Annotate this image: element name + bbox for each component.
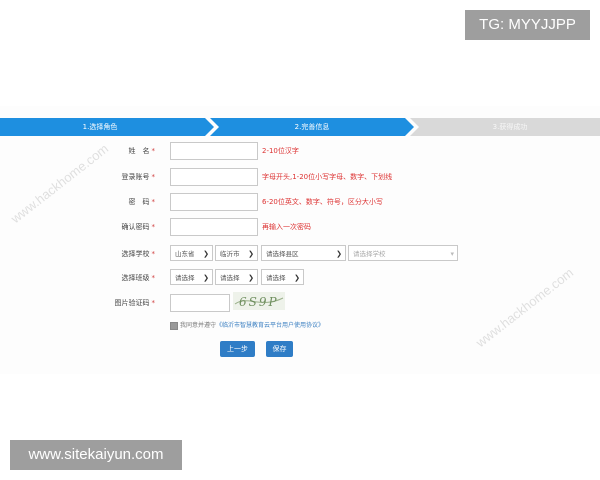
name-hint: 2-10位汉字 — [262, 147, 299, 155]
name-row: 姓 名 * 2-10位汉字 — [0, 140, 600, 162]
chevron-down-icon: ❯ — [248, 274, 254, 282]
captcha-text: 6S9P — [239, 295, 279, 309]
tg-overlay-label: TG: MYYJJPP — [465, 10, 590, 40]
confirm-password-input[interactable] — [170, 218, 258, 236]
password-input[interactable] — [170, 193, 258, 211]
chevron-down-icon: ❯ — [294, 274, 300, 282]
captcha-label: 图片验证码 * — [114, 299, 156, 307]
class-select[interactable]: 请选择 ❯ — [215, 269, 258, 285]
grade-select[interactable]: 请选择 ❯ — [170, 269, 213, 285]
class-row: 选择班级 * 请选择 ❯ 请选择 ❯ 请选择 ❯ — [0, 267, 600, 289]
captcha-row: 图片验证码 * 6S9P — [0, 292, 600, 314]
chevron-down-icon: ❯ — [336, 250, 342, 258]
name-label: 姓 名 * — [128, 147, 156, 155]
account-hint: 字母开头,1-20位小写字母、数字、下划线 — [262, 173, 393, 181]
step-1-label: 1.选择角色 — [82, 123, 118, 131]
captcha-graphic: 6S9P — [234, 295, 284, 309]
agreement-text: 我同意并遵守 — [180, 322, 217, 329]
subclass-select[interactable]: 请选择 ❯ — [261, 269, 304, 285]
previous-step-button[interactable]: 上一步 — [220, 341, 255, 357]
province-select[interactable]: 山东省 ❯ — [170, 245, 213, 261]
confirm-hint: 再输入一次密码 — [262, 223, 311, 231]
district-select[interactable]: 请选择县区 ❯ — [261, 245, 346, 261]
step-2-label: 2.完善信息 — [294, 123, 330, 131]
step-progress-bar: 1.选择角色 2.完善信息 3.获得成功 — [0, 118, 600, 136]
agreement-checkbox[interactable] — [170, 321, 178, 330]
account-row: 登录账号 * 字母开头,1-20位小写字母、数字、下划线 — [0, 166, 600, 188]
password-row: 密 码 * 6-20位英文、数字、符号，区分大小写 — [0, 191, 600, 213]
step-3-label: 3.获得成功 — [492, 123, 528, 131]
city-select[interactable]: 临沂市 ❯ — [215, 245, 258, 261]
school-select[interactable]: 请选择学校 ▾ — [348, 245, 458, 261]
captcha-image[interactable]: 6S9P — [233, 292, 285, 310]
school-row: 选择学校 * 山东省 ❯ 临沂市 ❯ 请选择县区 ❯ 请选择学校 ▾ — [0, 243, 600, 265]
chevron-down-icon: ❯ — [203, 250, 209, 258]
confirm-label: 确认密码 * — [121, 223, 156, 231]
school-label: 选择学校 * — [121, 250, 156, 258]
password-label: 密 码 * — [128, 198, 156, 206]
account-label: 登录账号 * — [121, 173, 156, 181]
save-button[interactable]: 保存 — [266, 341, 293, 357]
account-input[interactable] — [170, 168, 258, 186]
agreement-row[interactable]: 我同意并遵守《临沂市智慧教育云平台用户使用协议》 — [170, 320, 324, 332]
agreement-link[interactable]: 《临沂市智慧教育云平台用户使用协议》 — [216, 322, 324, 329]
chevron-down-icon: ❯ — [203, 274, 209, 282]
name-input[interactable] — [170, 142, 258, 160]
class-label: 选择班级 * — [121, 274, 156, 282]
chevron-down-icon: ▾ — [450, 250, 454, 258]
password-hint: 6-20位英文、数字、符号，区分大小写 — [262, 198, 383, 206]
captcha-input[interactable] — [170, 294, 230, 312]
site-overlay-label: www.sitekaiyun.com — [10, 440, 182, 470]
chevron-down-icon: ❯ — [248, 250, 254, 258]
confirm-row: 确认密码 * 再输入一次密码 — [0, 216, 600, 238]
